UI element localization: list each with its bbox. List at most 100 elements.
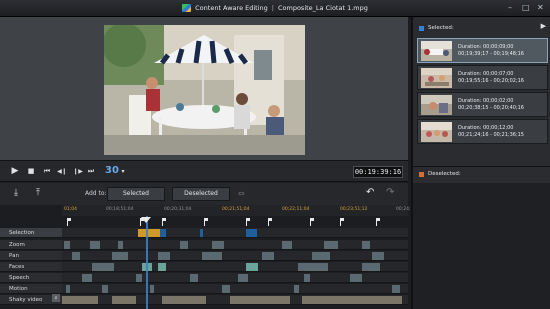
export-icon[interactable]: ⤒ xyxy=(36,188,50,198)
track-segment[interactable] xyxy=(246,229,257,237)
track-segment[interactable] xyxy=(202,252,222,260)
track-segment[interactable] xyxy=(282,241,292,249)
video-frame[interactable] xyxy=(104,25,305,155)
track-segment[interactable] xyxy=(222,285,230,293)
track-segment[interactable] xyxy=(304,274,310,282)
track-segment[interactable] xyxy=(200,229,203,237)
track-segment[interactable] xyxy=(150,285,154,293)
track-pan[interactable] xyxy=(62,251,408,261)
next-icon[interactable]: ⏭ xyxy=(86,165,96,178)
minimize-button[interactable]: – xyxy=(508,3,512,13)
track-segment[interactable] xyxy=(112,296,136,304)
clip-item[interactable]: Duration: 00;00;09;00 00;19;39;17 - 00;1… xyxy=(417,38,548,63)
track-segment[interactable] xyxy=(72,252,80,260)
track-segment[interactable] xyxy=(372,252,384,260)
playhead-line[interactable] xyxy=(146,216,148,309)
track-segment[interactable] xyxy=(82,274,92,282)
play-icon[interactable]: ▶ xyxy=(10,165,20,178)
track-segment[interactable] xyxy=(64,241,70,249)
track-segment[interactable] xyxy=(212,241,224,249)
deselected-label: Deselected: xyxy=(428,171,461,177)
track-segment[interactable] xyxy=(362,241,370,249)
marker-flag-icon[interactable] xyxy=(162,218,166,226)
marker-flag-icon[interactable] xyxy=(310,218,314,226)
add-to-deselected-button[interactable]: Deselected xyxy=(172,187,230,201)
app-name: Content Aware Editing xyxy=(195,4,268,12)
clip-item[interactable]: Duration: 00;00;07;00 00;19;55;16 - 00;2… xyxy=(417,65,548,90)
clip-thumbnail xyxy=(421,122,452,142)
track-label-motion: Motion xyxy=(0,284,62,294)
track-segment[interactable] xyxy=(350,274,362,282)
play-selected-icon[interactable]: ▶ xyxy=(541,22,546,30)
magnifier-icon[interactable]: ⌕ xyxy=(52,294,60,302)
title-separator: | xyxy=(271,4,274,12)
timecode-display: 00:19:39:16 xyxy=(353,166,403,178)
track-label-faces: Faces xyxy=(0,262,62,272)
clip-item[interactable]: Duration: 00;00;02;00 00;20;38;15 - 00;2… xyxy=(417,92,548,117)
track-segment[interactable] xyxy=(262,252,274,260)
link-icon[interactable]: ⇔ xyxy=(238,189,245,198)
track-motion[interactable] xyxy=(62,284,408,294)
previous-icon[interactable]: ⏮ xyxy=(42,165,52,178)
track-segment[interactable] xyxy=(230,296,290,304)
marker-flag-icon[interactable] xyxy=(246,218,250,226)
undo-icon[interactable]: ↶ xyxy=(366,188,380,198)
marker-flag-icon[interactable] xyxy=(204,218,208,226)
deselected-list[interactable] xyxy=(413,183,550,309)
track-segment[interactable] xyxy=(66,285,70,293)
track-segment[interactable] xyxy=(102,285,108,293)
track-segment[interactable] xyxy=(294,285,299,293)
step-back-icon[interactable]: ◀❙ xyxy=(56,165,68,178)
time-ruler[interactable]: 01;04 00;18;51;04 00;20;31;04 00;21;51;0… xyxy=(62,205,410,216)
marker-flag-icon[interactable] xyxy=(376,218,380,226)
track-segment[interactable] xyxy=(112,252,128,260)
add-to-selected-button[interactable]: Selected xyxy=(107,187,165,201)
track-zoom[interactable] xyxy=(62,240,408,250)
track-segment[interactable] xyxy=(160,229,166,237)
track-shaky-video[interactable] xyxy=(62,295,408,305)
step-forward-icon[interactable]: ❙▶ xyxy=(72,165,84,178)
track-segment[interactable] xyxy=(246,263,258,271)
redo-icon[interactable]: ↷ xyxy=(386,188,400,198)
close-button[interactable]: ✕ xyxy=(537,3,544,13)
track-segment[interactable] xyxy=(158,252,170,260)
marker-flag-icon[interactable] xyxy=(340,218,344,226)
track-segment[interactable] xyxy=(190,274,198,282)
track-segment[interactable] xyxy=(238,274,248,282)
track-selection[interactable] xyxy=(62,228,408,238)
track-segment[interactable] xyxy=(158,263,166,271)
track-segment[interactable] xyxy=(362,263,380,271)
track-segment[interactable] xyxy=(62,296,98,304)
track-segment[interactable] xyxy=(90,241,100,249)
track-segment[interactable] xyxy=(180,241,188,249)
track-speech[interactable] xyxy=(62,273,408,283)
playhead-handle[interactable] xyxy=(141,217,151,223)
track-segment[interactable] xyxy=(92,263,114,271)
timeline[interactable]: 01;04 00;18;51;04 00;20;31;04 00;21;51;0… xyxy=(0,205,410,309)
track-segment[interactable] xyxy=(324,241,338,249)
deselected-color-icon xyxy=(419,171,424,177)
track-segment[interactable] xyxy=(298,263,328,271)
clip-item[interactable]: Duration: 00;00;12;00 00;21;24;16 - 00;2… xyxy=(417,119,548,144)
track-faces[interactable] xyxy=(62,262,408,272)
title-bar: Content Aware Editing | Composite_La Cio… xyxy=(0,0,550,17)
app-logo-icon xyxy=(182,4,192,12)
import-icon[interactable]: ⤓ xyxy=(14,188,28,198)
track-segment[interactable] xyxy=(138,229,160,237)
track-segment[interactable] xyxy=(136,274,142,282)
stop-icon[interactable]: ■ xyxy=(26,165,36,178)
track-segment[interactable] xyxy=(392,285,400,293)
marker-flag-icon[interactable] xyxy=(268,218,272,226)
clip-range: 00;21;24;16 - 00;21;36;15 xyxy=(458,132,524,138)
track-segment[interactable] xyxy=(118,241,123,249)
chevron-down-icon[interactable]: ▾ xyxy=(119,165,127,178)
track-segment[interactable] xyxy=(312,252,330,260)
clip-duration: Duration: 00;00;12;00 xyxy=(458,125,514,131)
track-segment[interactable] xyxy=(302,296,402,304)
marker-flag-icon[interactable] xyxy=(67,218,71,226)
fps-badge[interactable]: 30 xyxy=(105,165,119,176)
track-segment[interactable] xyxy=(162,296,206,304)
add-to-label: Add to: xyxy=(85,190,107,197)
clip-duration: Duration: 00;00;07;00 xyxy=(458,71,514,77)
maximize-button[interactable]: □ xyxy=(522,3,530,13)
